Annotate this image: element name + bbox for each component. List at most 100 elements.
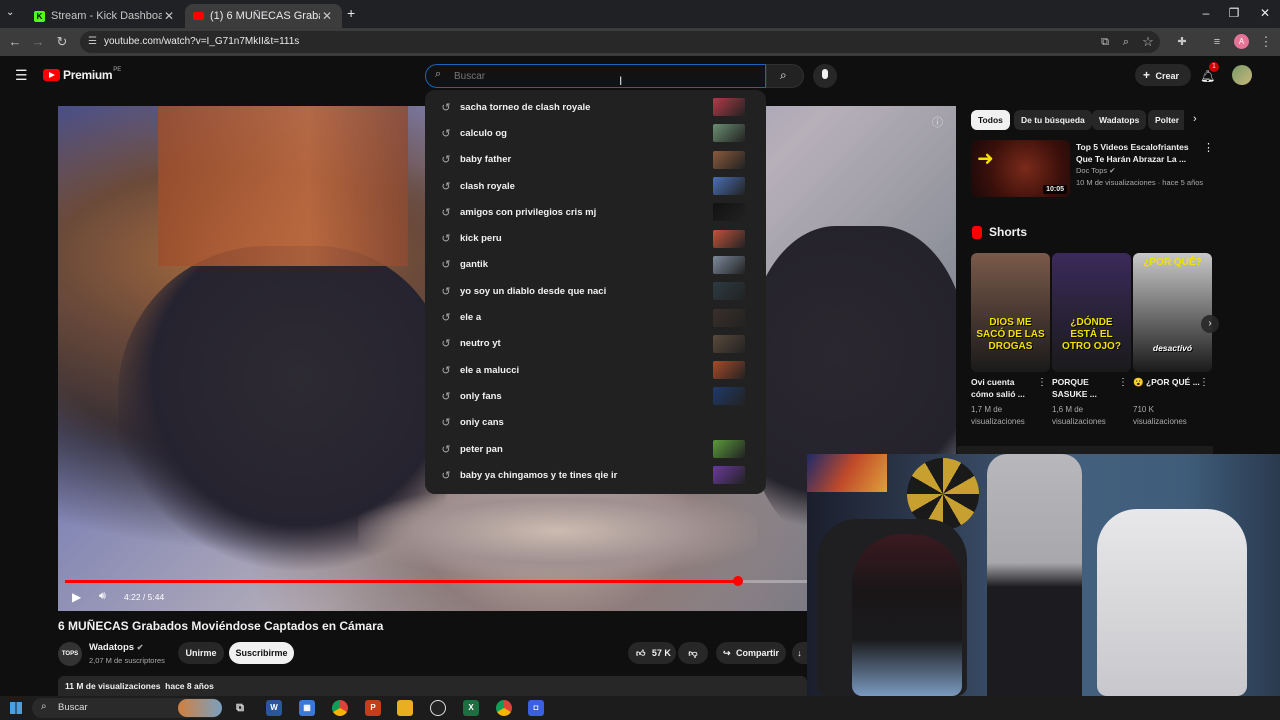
chips-next-icon[interactable]: › bbox=[1193, 113, 1197, 125]
short-thumbnail[interactable]: ¿DÓNDE ESTÁ EL OTRO OJO? bbox=[1052, 253, 1131, 372]
download-icon: ↓ bbox=[797, 648, 802, 658]
history-icon: ↺ bbox=[441, 469, 451, 482]
channel-avatar[interactable]: TOPS bbox=[58, 642, 82, 666]
suggestion-item[interactable]: ↺ oniy cans bbox=[425, 410, 766, 436]
tab-search-icon[interactable]: ⌄ bbox=[6, 7, 14, 18]
shorts-icon bbox=[972, 225, 982, 239]
filter-chip[interactable]: Todos bbox=[971, 110, 1010, 130]
chrome-active-icon[interactable] bbox=[496, 700, 512, 716]
channel-name[interactable]: Wadatops ✔ bbox=[89, 642, 143, 653]
task-view-icon[interactable]: ⧉ bbox=[232, 700, 248, 716]
filter-chip[interactable]: De tu búsqueda bbox=[1014, 110, 1092, 130]
tab-kick-dashboard[interactable]: K Stream - Kick Dashboard ✕ bbox=[26, 4, 184, 28]
subscribe-button[interactable]: Suscribirme bbox=[229, 642, 294, 664]
play-icon[interactable]: ▶ bbox=[72, 590, 81, 604]
search-button[interactable]: ⌕ bbox=[766, 64, 804, 88]
powerpoint-icon[interactable]: P bbox=[365, 700, 381, 716]
top-video-title[interactable]: Top 5 Videos Escalofriantes Que Te Harán… bbox=[1076, 141, 1198, 165]
filter-chip[interactable]: Polter bbox=[1148, 110, 1184, 130]
minimize-icon[interactable]: – bbox=[1191, 6, 1221, 20]
close-window-icon[interactable]: ✕ bbox=[1250, 6, 1280, 20]
suggestion-item[interactable]: ↺ peter pan bbox=[425, 436, 766, 462]
create-button[interactable]: + Crear bbox=[1135, 64, 1191, 86]
suggestion-item[interactable]: ↺ neutro yt bbox=[425, 331, 766, 357]
restore-icon[interactable]: ❐ bbox=[1219, 6, 1249, 20]
short-overlay-text: ¿POR QUÉ? bbox=[1143, 257, 1202, 268]
share-button[interactable]: ↪ Compartir bbox=[716, 642, 786, 664]
excel-icon[interactable]: X bbox=[463, 700, 479, 716]
filter-chip[interactable]: Wadatops bbox=[1092, 110, 1147, 130]
suggestion-item[interactable]: ↺ kick peru bbox=[425, 225, 766, 251]
forward-icon[interactable]: → bbox=[29, 34, 47, 50]
download-button[interactable]: ↓ bbox=[792, 642, 807, 664]
suggestion-thumbnail bbox=[713, 334, 745, 353]
suggestion-item[interactable]: ↺ gantik bbox=[425, 252, 766, 278]
suggestion-thumbnail bbox=[713, 282, 745, 301]
dislike-button[interactable]: 👎︎ bbox=[678, 642, 708, 664]
profile-avatar[interactable]: A bbox=[1234, 34, 1249, 49]
shorts-next-icon[interactable]: › bbox=[1201, 315, 1219, 333]
search-input[interactable] bbox=[454, 68, 754, 84]
zoom-icon[interactable]: ⌕ bbox=[1117, 34, 1135, 50]
obs-icon[interactable] bbox=[430, 700, 446, 716]
suggestion-text: peter pan bbox=[460, 443, 503, 455]
progress-scrubber[interactable] bbox=[732, 576, 743, 586]
search-icon: ⌕ bbox=[780, 68, 787, 82]
new-tab-icon[interactable]: + bbox=[347, 5, 355, 21]
site-info-icon[interactable]: ☰ bbox=[88, 31, 97, 53]
suggestion-item[interactable]: ↺ ele a bbox=[425, 304, 766, 330]
search-box[interactable]: ⌕ bbox=[425, 64, 766, 88]
join-button[interactable]: Unirme bbox=[178, 642, 224, 664]
short-title[interactable]: Ovi cuenta cómo salió ... bbox=[971, 376, 1039, 400]
store-icon[interactable]: ▦ bbox=[299, 700, 315, 716]
short-thumbnail[interactable]: DIOS ME SACÓ DE LAS DROGAS bbox=[971, 253, 1050, 372]
windows-start-icon[interactable] bbox=[10, 702, 22, 714]
hamburger-menu-icon[interactable]: ☰ bbox=[15, 67, 28, 84]
suggestion-text: neutro yt bbox=[460, 338, 501, 350]
file-explorer-icon[interactable] bbox=[397, 700, 413, 716]
short-thumbnail[interactable]: ¿POR QUÉ? desactivó bbox=[1133, 253, 1212, 372]
more-options-icon[interactable]: ⋮ bbox=[1037, 377, 1047, 388]
suggestion-item[interactable]: ↺ amigos con privilegios cris mj bbox=[425, 199, 766, 225]
chrome-icon[interactable] bbox=[332, 700, 348, 716]
bookmark-star-icon[interactable]: ☆ bbox=[1139, 34, 1157, 50]
more-options-icon[interactable]: ⋮ bbox=[1203, 141, 1214, 154]
short-title[interactable]: PORQUE SASUKE ... bbox=[1052, 376, 1120, 400]
install-app-icon[interactable]: ⧉ bbox=[1096, 34, 1114, 50]
chrome-menu-icon[interactable]: ⋮ bbox=[1257, 34, 1275, 50]
reading-list-icon[interactable]: ≡ bbox=[1208, 34, 1226, 50]
volume-icon[interactable]: 🔊︎ bbox=[99, 590, 106, 603]
suggestion-item[interactable]: ↺ clash royale bbox=[425, 173, 766, 199]
suggestion-item[interactable]: ↺ calculo og bbox=[425, 120, 766, 146]
more-options-icon[interactable]: ⋮ bbox=[1118, 377, 1128, 388]
youtube-logo[interactable]: Premium PE bbox=[43, 67, 121, 82]
suggestion-item[interactable]: ↺ only fans bbox=[425, 383, 766, 409]
verified-icon: ✔ bbox=[1109, 166, 1116, 175]
notifications-button[interactable]: 🔔︎ 1 bbox=[1200, 62, 1219, 83]
suggestion-item[interactable]: ↺ baby father bbox=[425, 147, 766, 173]
app-icon[interactable]: ◘ bbox=[528, 700, 544, 716]
short-title[interactable]: 😮 ¿POR QUÉ ... bbox=[1133, 376, 1201, 388]
address-bar[interactable]: ☰ youtube.com/watch?v=I_G71n7MkII&t=111s bbox=[80, 31, 1160, 53]
like-button[interactable]: 👍︎ 57 K bbox=[628, 642, 676, 664]
more-options-icon[interactable]: ⋮ bbox=[1199, 377, 1209, 388]
close-tab-icon[interactable]: ✕ bbox=[320, 9, 334, 23]
suggestion-item[interactable]: ↺ sacha torneo de clash royale bbox=[425, 94, 766, 120]
suggestion-item[interactable]: ↺ yo soy un diablo desde que naci bbox=[425, 278, 766, 304]
voice-search-button[interactable] bbox=[813, 64, 837, 88]
views-info: 11 M de visualizaciones hace 8 años bbox=[65, 681, 214, 691]
account-avatar[interactable] bbox=[1232, 65, 1252, 85]
taskbar-search[interactable]: ⌕ Buscar bbox=[32, 698, 222, 718]
suggestion-text: oniy cans bbox=[460, 417, 504, 429]
reload-icon[interactable]: ↻ bbox=[53, 34, 71, 50]
info-icon[interactable]: ⓘ bbox=[932, 114, 943, 130]
extensions-icon[interactable]: ✚ bbox=[1173, 34, 1191, 50]
suggestion-item[interactable]: ↺ ele a malucci bbox=[425, 357, 766, 383]
suggestion-item[interactable]: ↺ baby ya chingamos y te tines qie ir bbox=[425, 462, 766, 488]
back-icon[interactable]: ← bbox=[6, 34, 24, 50]
description-box[interactable]: 11 M de visualizaciones hace 8 años bbox=[58, 676, 807, 696]
close-tab-icon[interactable]: ✕ bbox=[162, 9, 176, 23]
word-icon[interactable]: W bbox=[266, 700, 282, 716]
tab-youtube-video[interactable]: (1) 6 MUÑECAS Grabados Mov ✕ bbox=[185, 4, 342, 28]
top-video-thumbnail[interactable]: ➜ 10:05 bbox=[971, 140, 1070, 197]
